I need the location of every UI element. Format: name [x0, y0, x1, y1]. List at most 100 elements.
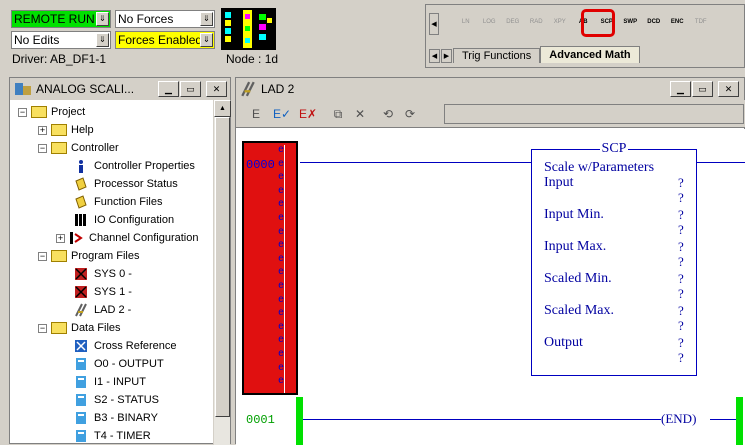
chevron-down-icon[interactable]: ⇓ [200, 12, 213, 26]
function-files-icon [75, 195, 87, 209]
ladder-editor[interactable]: 0000 ee ee ee ee ee ee ee ee ee SCP Scal… [236, 129, 745, 445]
instr-enc[interactable]: ENC [666, 19, 690, 25]
scp-value-input[interactable]: ? [678, 175, 684, 191]
tree-item-program-files[interactable]: − Program Files [38, 247, 139, 265]
rung-0000-edit-zone[interactable] [242, 141, 298, 395]
tree-item-s2-status[interactable]: S2 - STATUS [74, 391, 159, 409]
tree-item-t4-timer[interactable]: T4 - TIMER [74, 427, 151, 445]
ladder-window-titlebar[interactable]: LAD 2 [236, 78, 744, 100]
scp-value-scaled-max[interactable]: ? [678, 303, 684, 319]
edits-dropdown[interactable]: No Edits ⇓ [11, 31, 111, 49]
test-edits-icon[interactable]: ⟲ [380, 106, 396, 122]
tree-item-label: SYS 0 - [94, 268, 132, 280]
forces-dropdown[interactable]: No Forces ⇓ [115, 10, 215, 28]
instr-ln[interactable]: LN [454, 19, 478, 25]
scp-description: Scale w/Parameters [544, 160, 655, 175]
tree-item-controller-properties[interactable]: Controller Properties [74, 157, 195, 175]
chevron-down-icon[interactable]: ⇓ [96, 12, 109, 26]
edit-cancel-icon[interactable]: E✗ [299, 106, 317, 122]
tree-item-sys0[interactable]: SYS 0 - [74, 265, 132, 283]
node-label: Node : 1d [226, 52, 279, 66]
expand-icon[interactable]: + [38, 125, 47, 135]
rung-number-0000[interactable]: 0000 [246, 158, 275, 172]
instr-tdf[interactable]: TDF [689, 19, 713, 25]
project-window-title: ANALOG SCALI... [36, 82, 135, 96]
scp-value-scaled-min-scaled[interactable]: ? [678, 286, 684, 302]
collapse-icon[interactable]: − [38, 251, 47, 261]
scp-value-input-min[interactable]: ? [678, 207, 684, 223]
scp-highlight-box [581, 9, 615, 37]
tree-item-b3-binary[interactable]: B3 - BINARY [74, 409, 158, 427]
collapse-icon[interactable]: − [38, 323, 47, 333]
rung-number-0001[interactable]: 0001 [246, 413, 275, 427]
left-power-rail [296, 397, 303, 445]
tree-scrollbar[interactable]: ▲ [213, 100, 231, 445]
tree-item-channel-configuration[interactable]: + Channel Configuration [56, 229, 198, 247]
tree-item-processor-status[interactable]: Processor Status [74, 175, 178, 193]
scp-param-input[interactable]: Input [544, 175, 574, 191]
scp-value-input-max-scaled[interactable]: ? [678, 254, 684, 270]
scp-value-input-max[interactable]: ? [678, 239, 684, 255]
scp-param-input-min[interactable]: Input Min. [544, 207, 604, 223]
scroll-up-icon[interactable]: ▲ [214, 100, 231, 117]
delete-icon[interactable]: ✕ [352, 106, 368, 122]
chevron-down-icon[interactable]: ⇓ [96, 33, 109, 47]
cross-reference-icon [75, 340, 87, 352]
edit-accept-icon[interactable]: E✓ [273, 106, 291, 122]
chevron-down-icon[interactable]: ⇓ [200, 33, 213, 47]
mode-dropdown[interactable]: REMOTE RUN ⇓ [11, 10, 111, 28]
instr-dcd[interactable]: DCD [642, 19, 666, 25]
tab-scroll-left-icon[interactable]: ◀ [429, 49, 440, 63]
scp-value-scaled-max-scaled[interactable]: ? [678, 318, 684, 334]
instr-deg[interactable]: DEG [501, 19, 525, 25]
scp-value-input-min-scaled[interactable]: ? [678, 222, 684, 238]
scp-param-scaled-min[interactable]: Scaled Min. [544, 271, 612, 287]
tree-item-project[interactable]: − Project [18, 103, 85, 121]
forces-enabled-dropdown[interactable]: Forces Enabled ⇓ [115, 31, 215, 49]
untest-edits-icon[interactable]: ⟳ [402, 106, 418, 122]
close-icon[interactable]: ✕ [718, 81, 739, 97]
tree-item-data-files[interactable]: − Data Files [38, 319, 121, 337]
restore-icon[interactable]: ▭ [692, 81, 713, 97]
project-tree: − Project + Help − Controller Controller… [10, 100, 213, 445]
scp-value-input-scaled[interactable]: ? [678, 190, 684, 206]
instr-log[interactable]: LOG [478, 19, 502, 25]
tree-item-label: Help [71, 124, 94, 136]
restore-icon[interactable]: ▭ [180, 81, 201, 97]
expand-icon[interactable]: + [56, 233, 65, 243]
instr-rad[interactable]: RAD [525, 19, 549, 25]
online-status-panel: REMOTE RUN ⇓ No Forces ⇓ No Edits ⇓ Forc… [0, 0, 420, 68]
instr-xpy[interactable]: XPY [548, 19, 572, 25]
edit-start-icon[interactable]: E [248, 106, 264, 122]
scp-value-output-scaled[interactable]: ? [678, 350, 684, 366]
minimize-icon[interactable]: ▁ [158, 81, 179, 97]
scp-param-input-max[interactable]: Input Max. [544, 239, 606, 255]
scroll-thumb[interactable] [215, 117, 230, 417]
program-file-icon [75, 268, 87, 280]
tree-item-help[interactable]: + Help [38, 121, 94, 139]
tree-item-controller[interactable]: − Controller [38, 139, 119, 157]
tree-item-cross-reference[interactable]: Cross Reference [74, 337, 177, 355]
scroll-left-icon[interactable]: ◀ [429, 13, 439, 35]
tree-item-function-files[interactable]: Function Files [74, 193, 162, 211]
instr-swp[interactable]: SWP [619, 19, 643, 25]
scp-value-scaled-min[interactable]: ? [678, 271, 684, 287]
scp-param-scaled-max[interactable]: Scaled Max. [544, 303, 614, 319]
minimize-icon[interactable]: ▁ [670, 81, 691, 97]
tree-item-i1-input[interactable]: I1 - INPUT [74, 373, 146, 391]
scp-param-output[interactable]: Output [544, 335, 583, 351]
collapse-icon[interactable]: − [18, 107, 27, 117]
verify-icon[interactable]: ⧉ [330, 106, 346, 122]
tab-advanced-math[interactable]: Advanced Math [540, 46, 640, 63]
scp-value-output[interactable]: ? [678, 335, 684, 351]
collapse-icon[interactable]: − [38, 143, 47, 153]
tree-item-o0-output[interactable]: O0 - OUTPUT [74, 355, 164, 373]
tab-scroll-right-icon[interactable]: ▶ [441, 49, 452, 63]
close-icon[interactable]: ✕ [206, 81, 227, 97]
scp-instruction-block[interactable]: SCP Scale w/Parameters Input ? ? Input M… [531, 141, 697, 376]
tree-item-io-configuration[interactable]: IO Configuration [74, 211, 174, 229]
tree-item-sys1[interactable]: SYS 1 - [74, 283, 132, 301]
ladder-toolbar-field[interactable] [444, 104, 744, 124]
tree-item-lad2[interactable]: LAD 2 - [74, 301, 131, 319]
tab-trig-functions[interactable]: Trig Functions [453, 48, 541, 63]
